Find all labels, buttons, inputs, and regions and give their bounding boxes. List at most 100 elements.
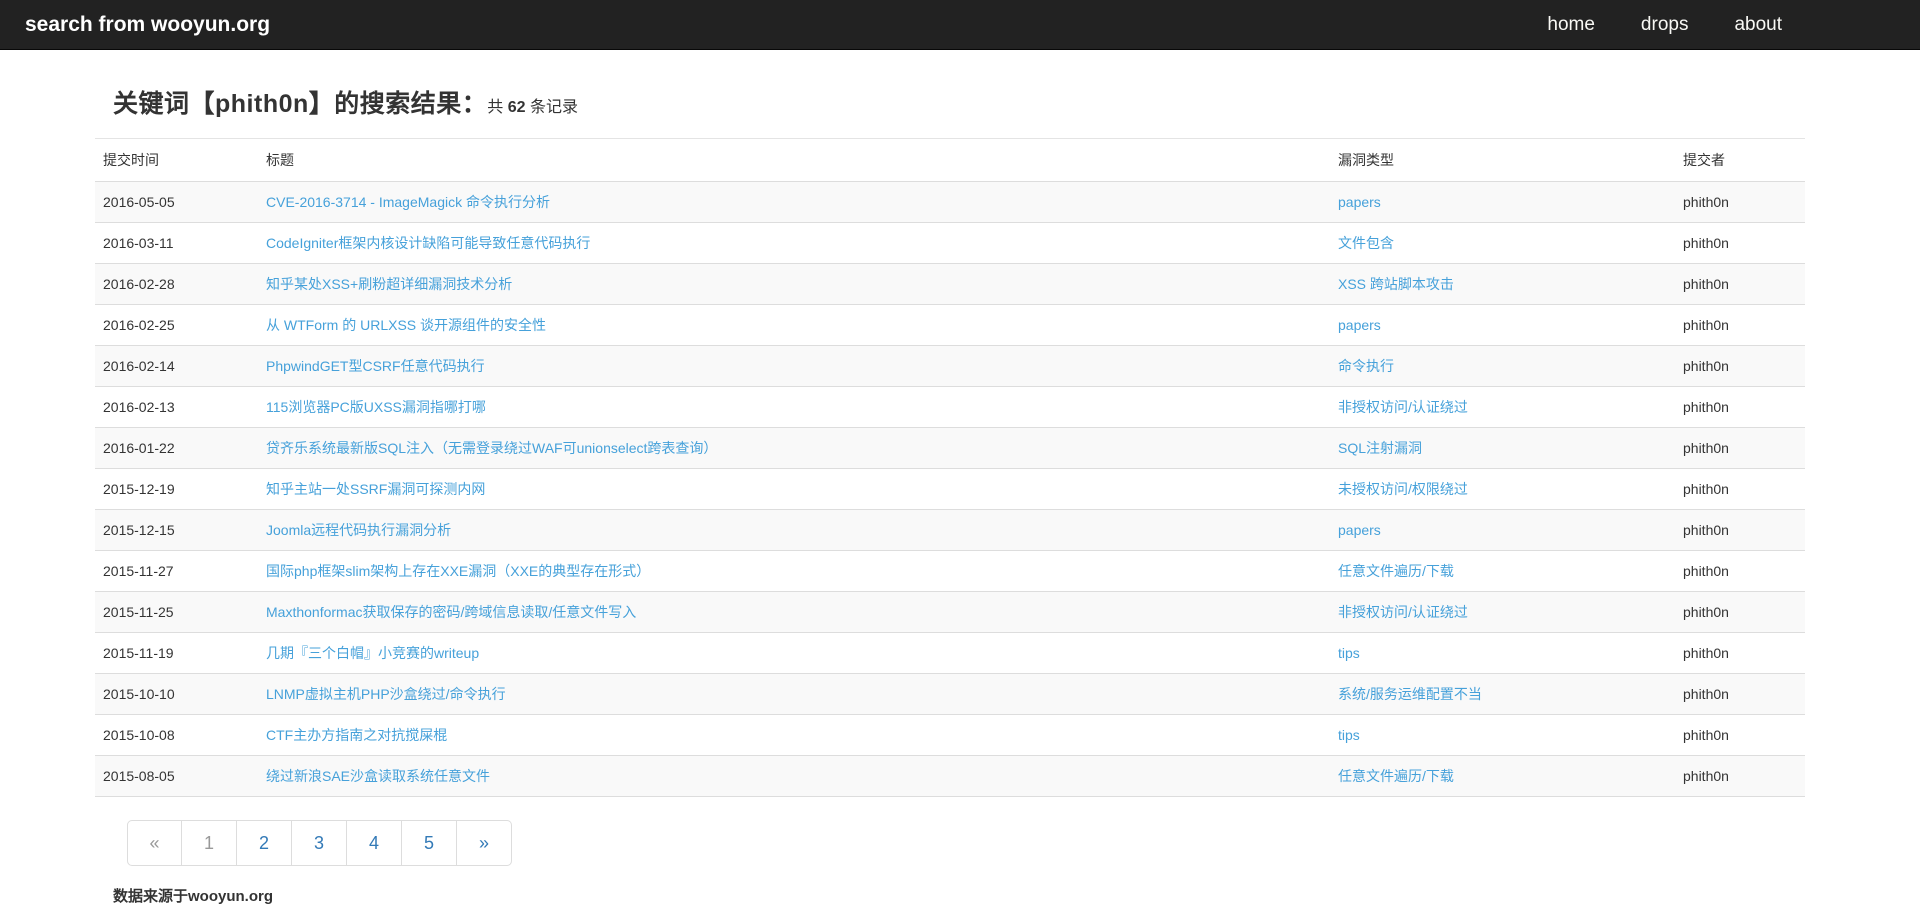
pagination-next-button[interactable]: » xyxy=(457,820,512,866)
cell-submit-time: 2015-11-25 xyxy=(95,591,258,633)
report-title-link[interactable]: 几期『三个白帽』小竞赛的writeup xyxy=(266,645,479,661)
result-count-number: 62 xyxy=(507,99,526,116)
cell-author: phith0n xyxy=(1675,755,1805,797)
cell-submit-time: 2015-10-10 xyxy=(95,673,258,715)
vuln-type-link[interactable]: tips xyxy=(1338,645,1360,661)
nav-drops-link[interactable]: drops xyxy=(1641,14,1689,36)
cell-submit-time: 2016-02-14 xyxy=(95,345,258,387)
nav-about-link[interactable]: about xyxy=(1734,14,1782,36)
vuln-type-link[interactable]: 非授权访问/认证绕过 xyxy=(1338,399,1468,415)
report-title-link[interactable]: 知乎主站一处SSRF漏洞可探测内网 xyxy=(266,481,485,497)
cell-title: CVE-2016-3714 - ImageMagick 命令执行分析 xyxy=(258,182,1330,223)
report-title-link[interactable]: PhpwindGET型CSRF任意代码执行 xyxy=(266,358,485,374)
table-header-row: 提交时间 标题 漏洞类型 提交者 xyxy=(95,138,1805,182)
cell-submit-time: 2015-08-05 xyxy=(95,755,258,797)
cell-title: LNMP虚拟主机PHP沙盒绕过/命令执行 xyxy=(258,673,1330,715)
cell-submit-time: 2015-11-27 xyxy=(95,550,258,592)
main-content: 关键词【phith0n】的搜索结果：共 62 条记录 提交时间 标题 漏洞类型 … xyxy=(95,84,1805,906)
cell-author: phith0n xyxy=(1675,427,1805,469)
pagination-page-4-button[interactable]: 4 xyxy=(347,820,402,866)
report-title-link[interactable]: LNMP虚拟主机PHP沙盒绕过/命令执行 xyxy=(266,686,506,702)
cell-title: 从 WTForm 的 URLXSS 谈开源组件的安全性 xyxy=(258,304,1330,346)
vuln-type-link[interactable]: tips xyxy=(1338,727,1360,743)
vuln-type-link[interactable]: 命令执行 xyxy=(1338,358,1394,374)
cell-author: phith0n xyxy=(1675,673,1805,715)
col-header-submit-time: 提交时间 xyxy=(95,138,258,182)
cell-author: phith0n xyxy=(1675,386,1805,428)
report-title-link[interactable]: CTF主办方指南之对抗搅屎棍 xyxy=(266,727,447,743)
cell-title: CodeIgniter框架内核设计缺陷可能导致任意代码执行 xyxy=(258,222,1330,264)
col-header-title: 标题 xyxy=(258,138,1330,182)
cell-vuln-type: 非授权访问/认证绕过 xyxy=(1330,386,1675,428)
cell-author: phith0n xyxy=(1683,194,1729,210)
cell-vuln-type: tips xyxy=(1330,714,1675,756)
vuln-type-link[interactable]: 系统/服务运维配置不当 xyxy=(1338,686,1482,702)
cell-author: phith0n xyxy=(1675,222,1805,264)
vuln-type-link[interactable]: papers xyxy=(1338,317,1381,333)
page-title-main: 关键词【phith0n】的搜索结果： xyxy=(113,90,488,118)
table-row: 2016-02-25 从 WTForm 的 URLXSS 谈开源组件的安全性 pap… xyxy=(95,304,1805,346)
vuln-type-link[interactable]: 文件包含 xyxy=(1338,235,1394,251)
pagination-page-5-button[interactable]: 5 xyxy=(402,820,457,866)
table-row: 2015-11-19 几期『三个白帽』小竞赛的writeup tips phith0n xyxy=(95,632,1805,674)
cell-vuln-type: 命令执行 xyxy=(1330,345,1675,387)
table-row: 2016-01-22 贷齐乐系统最新版SQL注入（无需登录绕过WAF可unions… xyxy=(95,427,1805,469)
report-title-link[interactable]: Joomla远程代码执行漏洞分析 xyxy=(266,522,451,538)
cell-submit-time: 2016-05-05 xyxy=(103,194,175,210)
vuln-type-link[interactable]: 非授权访问/认证绕过 xyxy=(1338,604,1468,620)
cell-vuln-type: papers xyxy=(1330,182,1675,223)
report-title-link[interactable]: 115浏览器PC版UXSS漏洞指哪打哪 xyxy=(266,399,486,415)
vuln-type-link[interactable]: 任意文件遍历/下载 xyxy=(1338,563,1454,579)
vuln-type-link[interactable]: SQL注射漏洞 xyxy=(1338,440,1422,456)
report-title-link[interactable]: CodeIgniter框架内核设计缺陷可能导致任意代码执行 xyxy=(266,235,590,251)
cell-submit-time: 2015-12-15 xyxy=(95,509,258,551)
vuln-type-link[interactable]: XSS 跨站脚本攻击 xyxy=(1338,276,1454,292)
pagination-prev-button: « xyxy=(127,820,182,866)
cell-vuln-type: 任意文件遍历/下载 xyxy=(1330,550,1675,592)
cell-title: 115浏览器PC版UXSS漏洞指哪打哪 xyxy=(258,386,1330,428)
nav-home-link[interactable]: home xyxy=(1547,14,1595,36)
navbar-links: home drops about xyxy=(1501,14,1782,36)
cell-title: Joomla远程代码执行漏洞分析 xyxy=(258,509,1330,551)
report-title-link[interactable]: Maxthonformac获取保存的密码/跨域信息读取/任意文件写入 xyxy=(266,604,636,620)
cell-title: 几期『三个白帽』小竞赛的writeup xyxy=(258,632,1330,674)
report-title-link[interactable]: 国际php框架slim架构上存在XXE漏洞（XXE的典型存在形式） xyxy=(266,563,650,579)
site-brand-link[interactable]: search from wooyun.org xyxy=(25,13,270,37)
report-title-link[interactable]: CVE-2016-3714 - ImageMagick 命令执行分析 xyxy=(266,194,550,210)
report-title-link[interactable]: 知乎某处XSS+刷粉超详细漏洞技术分析 xyxy=(266,276,512,292)
table-row: 2015-10-08 CTF主办方指南之对抗搅屎棍 tips phith0n xyxy=(95,714,1805,756)
result-count-prefix: 共 xyxy=(487,99,508,116)
cell-author: phith0n xyxy=(1675,304,1805,346)
cell-title: CTF主办方指南之对抗搅屎棍 xyxy=(258,714,1330,756)
cell-submit-time: 2016-02-28 xyxy=(95,263,258,305)
table-row: 2015-12-15 Joomla远程代码执行漏洞分析 papers phith0n xyxy=(95,509,1805,551)
vuln-type-link[interactable]: papers xyxy=(1338,194,1381,210)
vuln-type-link[interactable]: 未授权访问/权限绕过 xyxy=(1338,481,1468,497)
cell-title: 贷齐乐系统最新版SQL注入（无需登录绕过WAF可unionselect跨表查询） xyxy=(258,427,1330,469)
table-row: 2016-03-11 CodeIgniter框架内核设计缺陷可能导致任意代码执行 文… xyxy=(95,222,1805,264)
cell-author: phith0n xyxy=(1675,632,1805,674)
cell-submit-time: 2015-11-19 xyxy=(95,632,258,674)
cell-submit-time: 2015-10-08 xyxy=(95,714,258,756)
cell-author: phith0n xyxy=(1675,509,1805,551)
cell-author: phith0n xyxy=(1675,550,1805,592)
table-row: 2015-11-25 Maxthonformac获取保存的密码/跨域信息读取/任意… xyxy=(95,591,1805,633)
report-title-link[interactable]: 从 WTForm 的 URLXSS 谈开源组件的安全性 xyxy=(266,317,546,333)
pagination-page-2-button[interactable]: 2 xyxy=(237,820,292,866)
table-row: 2015-08-05 绕过新浪SAE沙盒读取系统任意文件 任意文件遍历/下载 phit… xyxy=(95,755,1805,797)
table-row: 2015-10-10 LNMP虚拟主机PHP沙盒绕过/命令执行 系统/服务运维配置不… xyxy=(95,673,1805,715)
vuln-type-link[interactable]: 任意文件遍历/下载 xyxy=(1338,768,1454,784)
cell-vuln-type: 非授权访问/认证绕过 xyxy=(1330,591,1675,633)
cell-author: phith0n xyxy=(1675,591,1805,633)
cell-vuln-type: papers xyxy=(1330,304,1675,346)
report-title-link[interactable]: 贷齐乐系统最新版SQL注入（无需登录绕过WAF可unionselect跨表查询） xyxy=(266,440,717,456)
cell-author: phith0n xyxy=(1675,345,1805,387)
pagination-page-1-button: 1 xyxy=(182,820,237,866)
report-title-link[interactable]: 绕过新浪SAE沙盒读取系统任意文件 xyxy=(266,768,490,784)
cell-vuln-type: XSS 跨站脚本攻击 xyxy=(1330,263,1675,305)
pagination-page-3-button[interactable]: 3 xyxy=(292,820,347,866)
results-table: 提交时间 标题 漏洞类型 提交者 2016-05-05 CVE-2016-3714… xyxy=(95,138,1805,797)
vuln-type-link[interactable]: papers xyxy=(1338,522,1381,538)
cell-title: Maxthonformac获取保存的密码/跨域信息读取/任意文件写入 xyxy=(258,591,1330,633)
cell-title: PhpwindGET型CSRF任意代码执行 xyxy=(258,345,1330,387)
